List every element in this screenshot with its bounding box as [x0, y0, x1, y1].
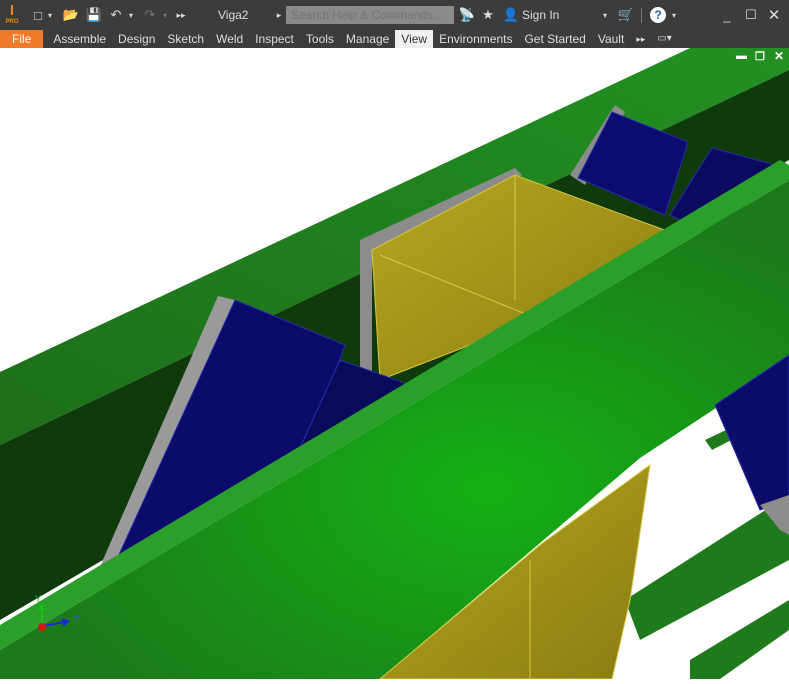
document-restore-button[interactable]: ❐	[755, 50, 765, 63]
save-icon[interactable]: 💾	[86, 6, 102, 24]
maximize-button[interactable]: ☐	[744, 6, 758, 24]
minimize-button[interactable]: _	[720, 6, 734, 24]
more-tabs-icon[interactable]: ▸▸	[630, 30, 651, 48]
tab-weld[interactable]: Weld	[210, 30, 249, 48]
satellite-icon[interactable]: 📡	[459, 6, 475, 24]
tab-inspect[interactable]: Inspect	[249, 30, 300, 48]
ribbon-tabs: File Assemble Design Sketch Weld Inspect…	[0, 30, 789, 48]
tab-sketch[interactable]: Sketch	[161, 30, 210, 48]
logo-sub: PRO	[5, 19, 19, 25]
document-title: Viga2	[218, 8, 249, 22]
triad-y-label: Y	[35, 594, 41, 604]
triad-z-label: Z	[74, 614, 80, 624]
open-icon[interactable]: 📂	[63, 6, 79, 24]
tab-vault[interactable]: Vault	[592, 30, 630, 48]
undo-icon[interactable]: ↶	[108, 6, 124, 24]
divider	[641, 8, 642, 23]
inventor-logo[interactable]: I PRO	[4, 3, 20, 27]
graphics-viewport[interactable]: Y Z ▬ ❐ ✕	[0, 48, 789, 680]
tab-view[interactable]: View	[395, 30, 434, 48]
redo-icon[interactable]: ↷	[142, 6, 158, 24]
search-expand-icon[interactable]: ▸	[275, 6, 283, 24]
title-bar: IPRO □ ▾ 📂 💾 ↶ ▾ ↷ ▾ ▸▸ Viga2 ▸ 📡 ★ 👤 Si…	[0, 0, 789, 30]
tab-environments[interactable]: Environments	[433, 30, 518, 48]
sign-in-link[interactable]: Sign In	[522, 6, 559, 24]
tab-file[interactable]: File	[0, 30, 44, 48]
user-icon[interactable]: 👤	[503, 6, 519, 24]
cart-icon[interactable]: 🛒	[617, 6, 635, 24]
undo-dropdown-icon[interactable]: ▾	[127, 6, 135, 24]
more-icon[interactable]: ▸▸	[175, 6, 187, 24]
document-minimize-button[interactable]: ▬	[736, 50, 747, 62]
help-icon[interactable]: ?	[650, 7, 666, 23]
redo-dropdown-icon[interactable]: ▾	[161, 6, 169, 24]
favorites-star-icon[interactable]: ★	[480, 6, 496, 24]
tab-assemble[interactable]: Assemble	[47, 30, 112, 48]
tab-get-started[interactable]: Get Started	[518, 30, 591, 48]
tab-design[interactable]: Design	[112, 30, 161, 48]
lower-beam-3	[690, 600, 789, 679]
new-dropdown-icon[interactable]: ▾	[46, 6, 54, 24]
document-close-button[interactable]: ✕	[774, 49, 784, 63]
logo-text: I	[9, 2, 15, 19]
panel-options-icon[interactable]: ▭▾	[651, 30, 677, 48]
sign-in-dropdown-icon[interactable]: ▾	[601, 6, 609, 24]
search-input[interactable]	[286, 6, 454, 24]
model-3d-view[interactable]: Y Z	[0, 48, 789, 680]
new-icon[interactable]: □	[30, 6, 46, 24]
close-button[interactable]: ✕	[767, 6, 781, 24]
tab-tools[interactable]: Tools	[300, 30, 340, 48]
help-dropdown-icon[interactable]: ▾	[670, 6, 678, 24]
tab-manage[interactable]: Manage	[340, 30, 395, 48]
